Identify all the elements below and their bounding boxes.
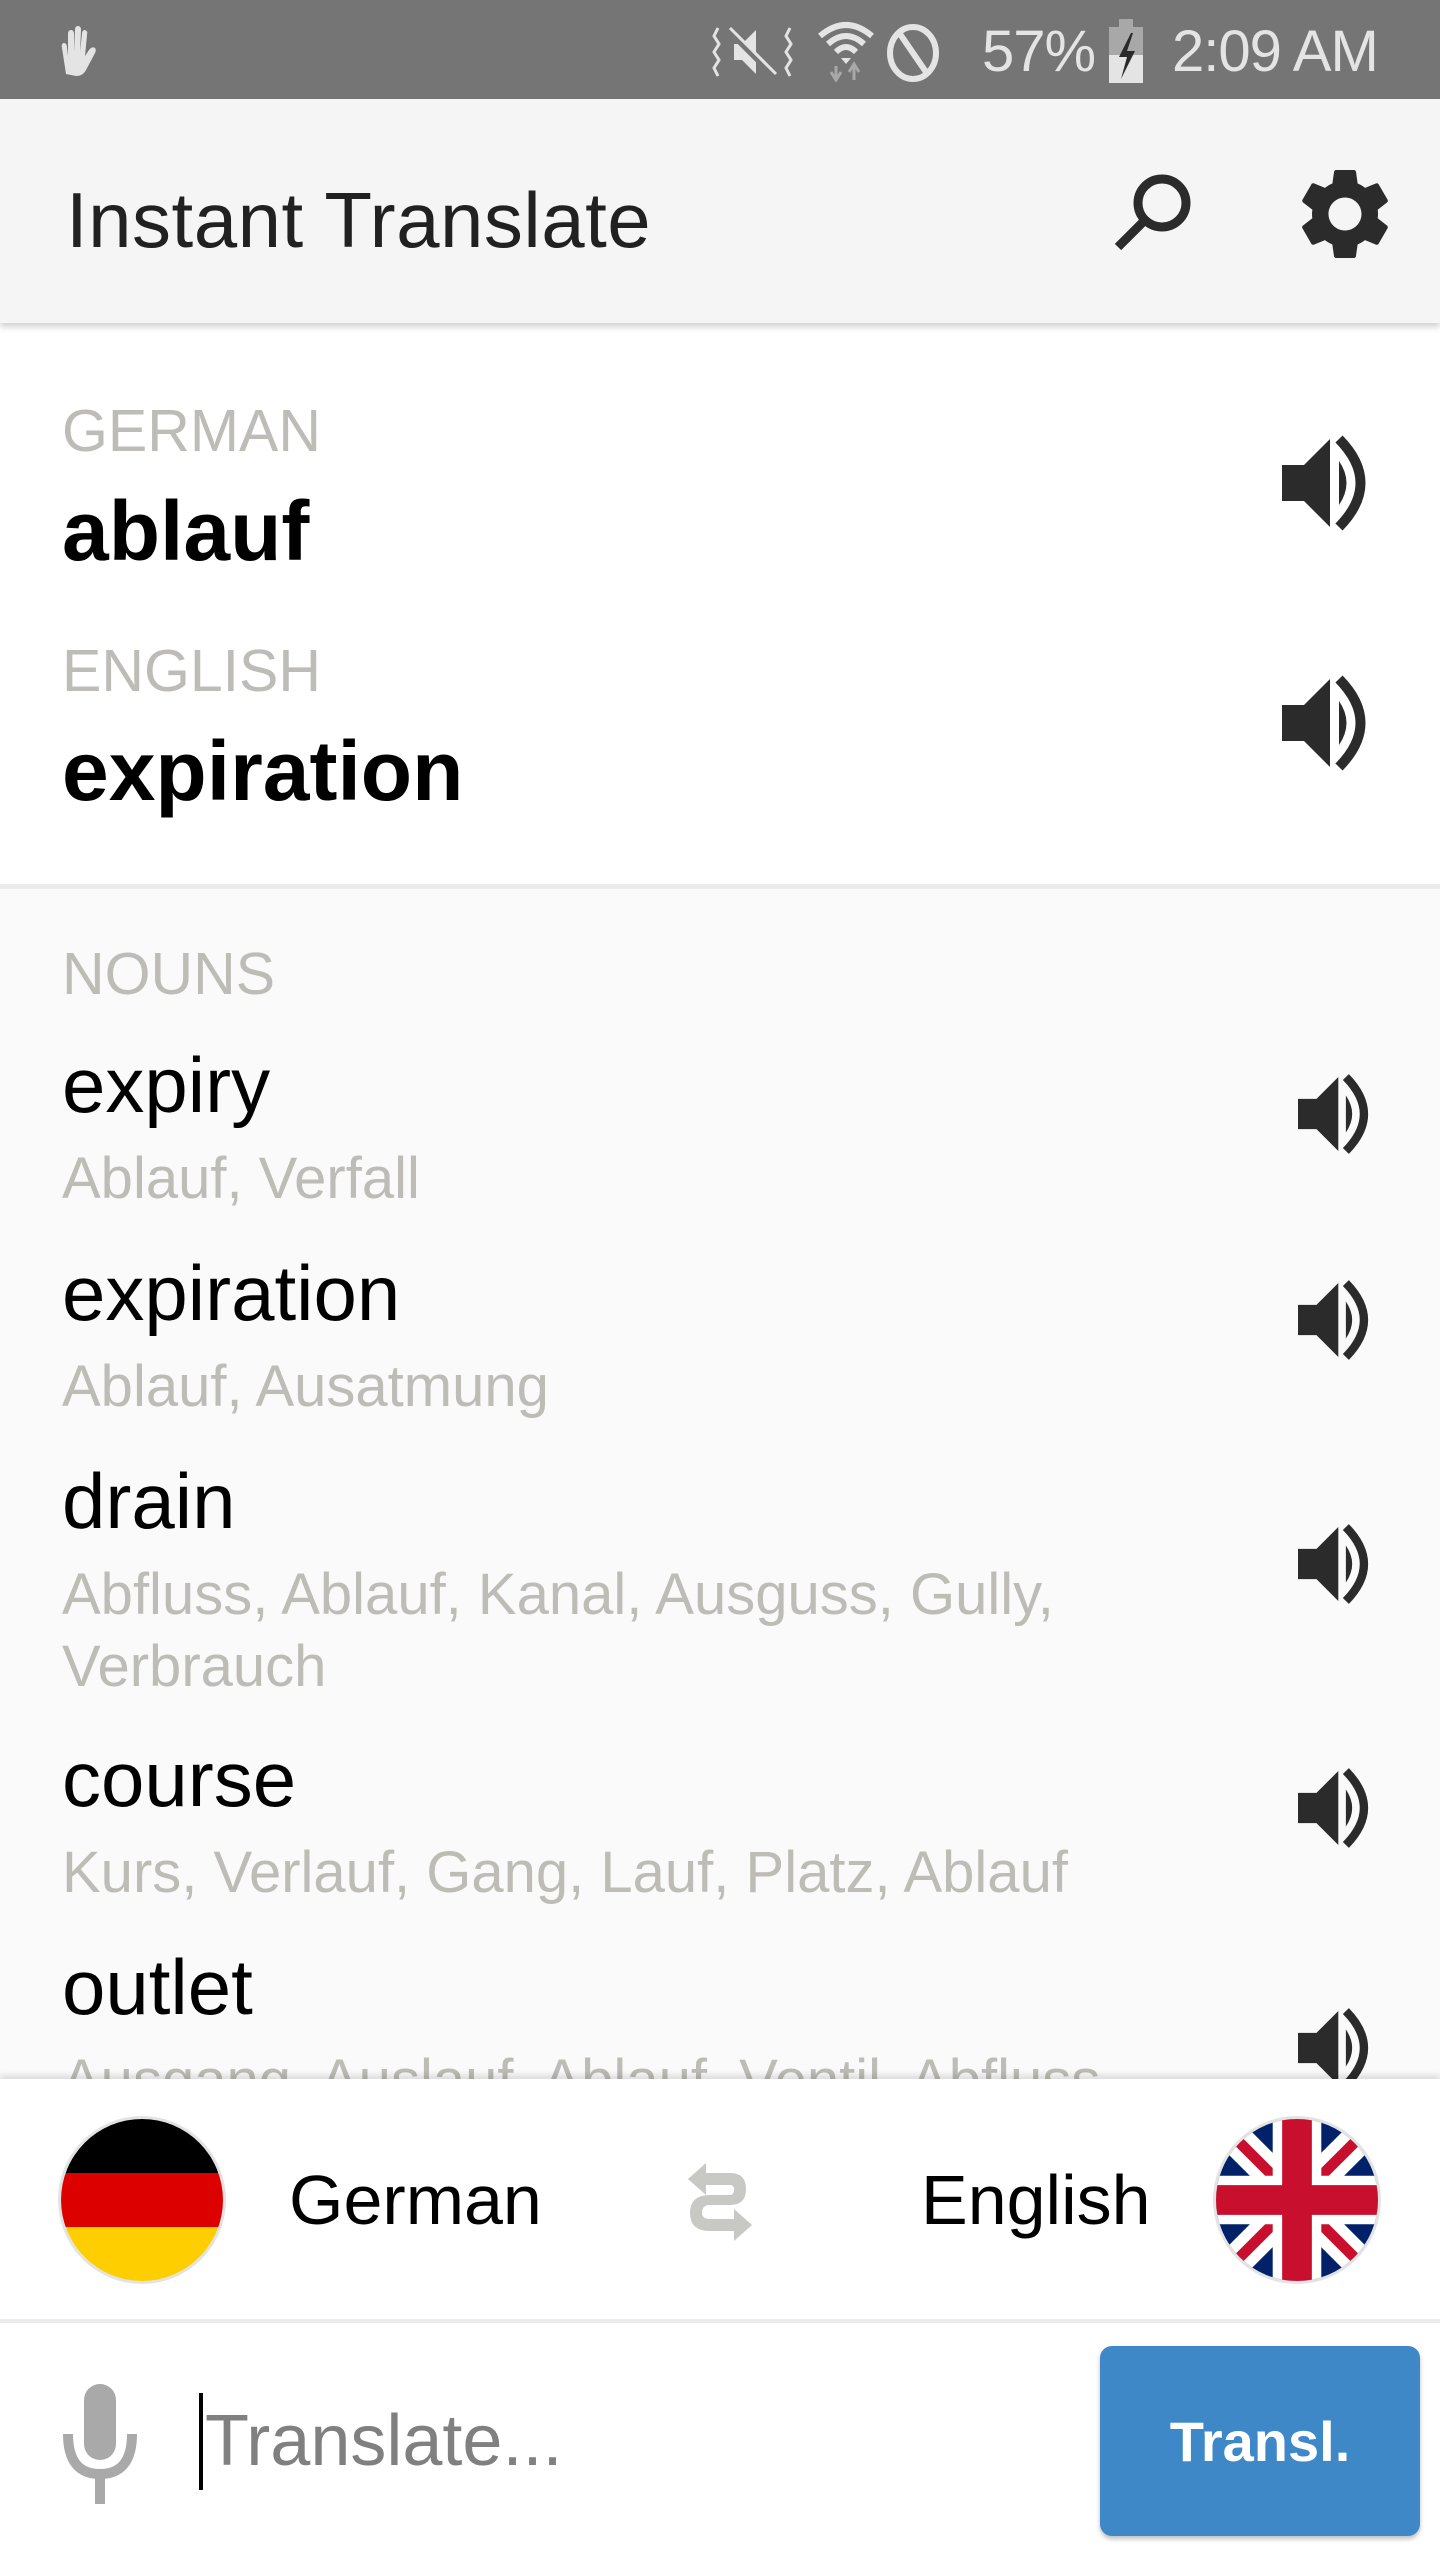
input-bar: Transl. — [0, 2323, 1440, 2560]
do-not-disturb-icon — [887, 24, 939, 82]
source-language-name: German — [289, 2161, 542, 2239]
vibrate-mute-icon — [712, 26, 793, 79]
play-entry-audio-button[interactable] — [1298, 1522, 1382, 1606]
play-source-audio-button[interactable] — [1282, 433, 1382, 533]
source-language-selector[interactable]: German — [58, 2116, 542, 2284]
dictionary-entry[interactable]: course Kurs, Verlauf, Gang, Lauf, Platz,… — [0, 1734, 1440, 1934]
speaker-icon — [1298, 1768, 1369, 1848]
entry-word: drain — [62, 1457, 236, 1545]
microphone-icon — [63, 2384, 137, 2504]
voice-input-button[interactable] — [50, 2378, 150, 2508]
hand-gesture-icon — [61, 26, 96, 76]
speaker-icon — [1282, 675, 1366, 771]
uk-flag-icon — [1213, 2116, 1381, 2284]
source-text: ablauf — [62, 484, 310, 578]
speaker-icon — [1282, 435, 1366, 531]
input-divider — [0, 2319, 1440, 2323]
translate-button[interactable]: Transl. — [1100, 2346, 1420, 2536]
app-title: Instant Translate — [66, 176, 652, 264]
settings-gear-icon — [1302, 169, 1388, 258]
play-entry-audio-button[interactable] — [1298, 1072, 1382, 1156]
status-bar: 57% 2:09 AM — [0, 0, 1440, 99]
translation-card: GERMAN ablauf ENGLISH expiration — [0, 323, 1440, 884]
speaker-icon — [1298, 1524, 1369, 1604]
nouns-section-label: NOUNS — [62, 941, 276, 1007]
app-bar: Instant Translate — [0, 99, 1440, 323]
battery-charging-icon — [1109, 19, 1143, 83]
source-language-label: GERMAN — [62, 398, 321, 464]
target-language-selector[interactable]: English — [900, 2116, 1384, 2284]
play-target-audio-button[interactable] — [1282, 673, 1382, 773]
entry-translations: Ablauf, Verfall — [62, 1146, 420, 1211]
clock: 2:09 AM — [1172, 19, 1379, 84]
dictionary-entry[interactable]: expiry Ablauf, Verfall — [0, 1040, 1440, 1240]
wifi-data-icon — [818, 22, 874, 82]
target-language-name: English — [921, 2161, 1151, 2239]
entry-word: outlet — [62, 1943, 253, 2031]
swap-arrows-icon — [688, 2163, 752, 2241]
entry-word: expiration — [62, 1249, 401, 1337]
speaker-icon — [1298, 2008, 1369, 2088]
battery-percent: 57% — [982, 19, 1096, 84]
entry-translations: Abfluss, Ablauf, Kanal, Ausguss, Gully, … — [62, 1562, 1054, 1699]
play-entry-audio-button[interactable] — [1298, 1766, 1382, 1850]
german-flag-icon — [58, 2116, 226, 2284]
settings-button[interactable] — [1290, 159, 1400, 269]
entry-translations: Kurs, Verlauf, Gang, Lauf, Platz, Ablauf — [62, 1840, 1068, 1905]
target-text: expiration — [62, 724, 464, 818]
dictionary-entry[interactable]: drain Abfluss, Ablauf, Kanal, Ausguss, G… — [0, 1456, 1440, 1726]
speaker-icon — [1298, 1074, 1369, 1154]
speaker-icon — [1298, 1280, 1369, 1360]
language-bar: German English — [0, 2079, 1440, 2319]
translate-input[interactable] — [205, 2386, 1065, 2496]
entry-word: course — [62, 1735, 297, 1823]
play-entry-audio-button[interactable] — [1298, 2006, 1382, 2090]
swap-languages-button[interactable] — [680, 2157, 760, 2243]
dictionary-entry[interactable]: expiration Ablauf, Ausatmung — [0, 1248, 1440, 1448]
search-button[interactable] — [1098, 159, 1208, 269]
search-icon — [1114, 174, 1191, 251]
target-language-label: ENGLISH — [62, 638, 322, 704]
entry-word: expiry — [62, 1041, 271, 1129]
section-divider — [0, 884, 1440, 889]
text-cursor — [199, 2393, 203, 2490]
entry-translations: Ablauf, Ausatmung — [62, 1354, 549, 1419]
play-entry-audio-button[interactable] — [1298, 1278, 1382, 1362]
